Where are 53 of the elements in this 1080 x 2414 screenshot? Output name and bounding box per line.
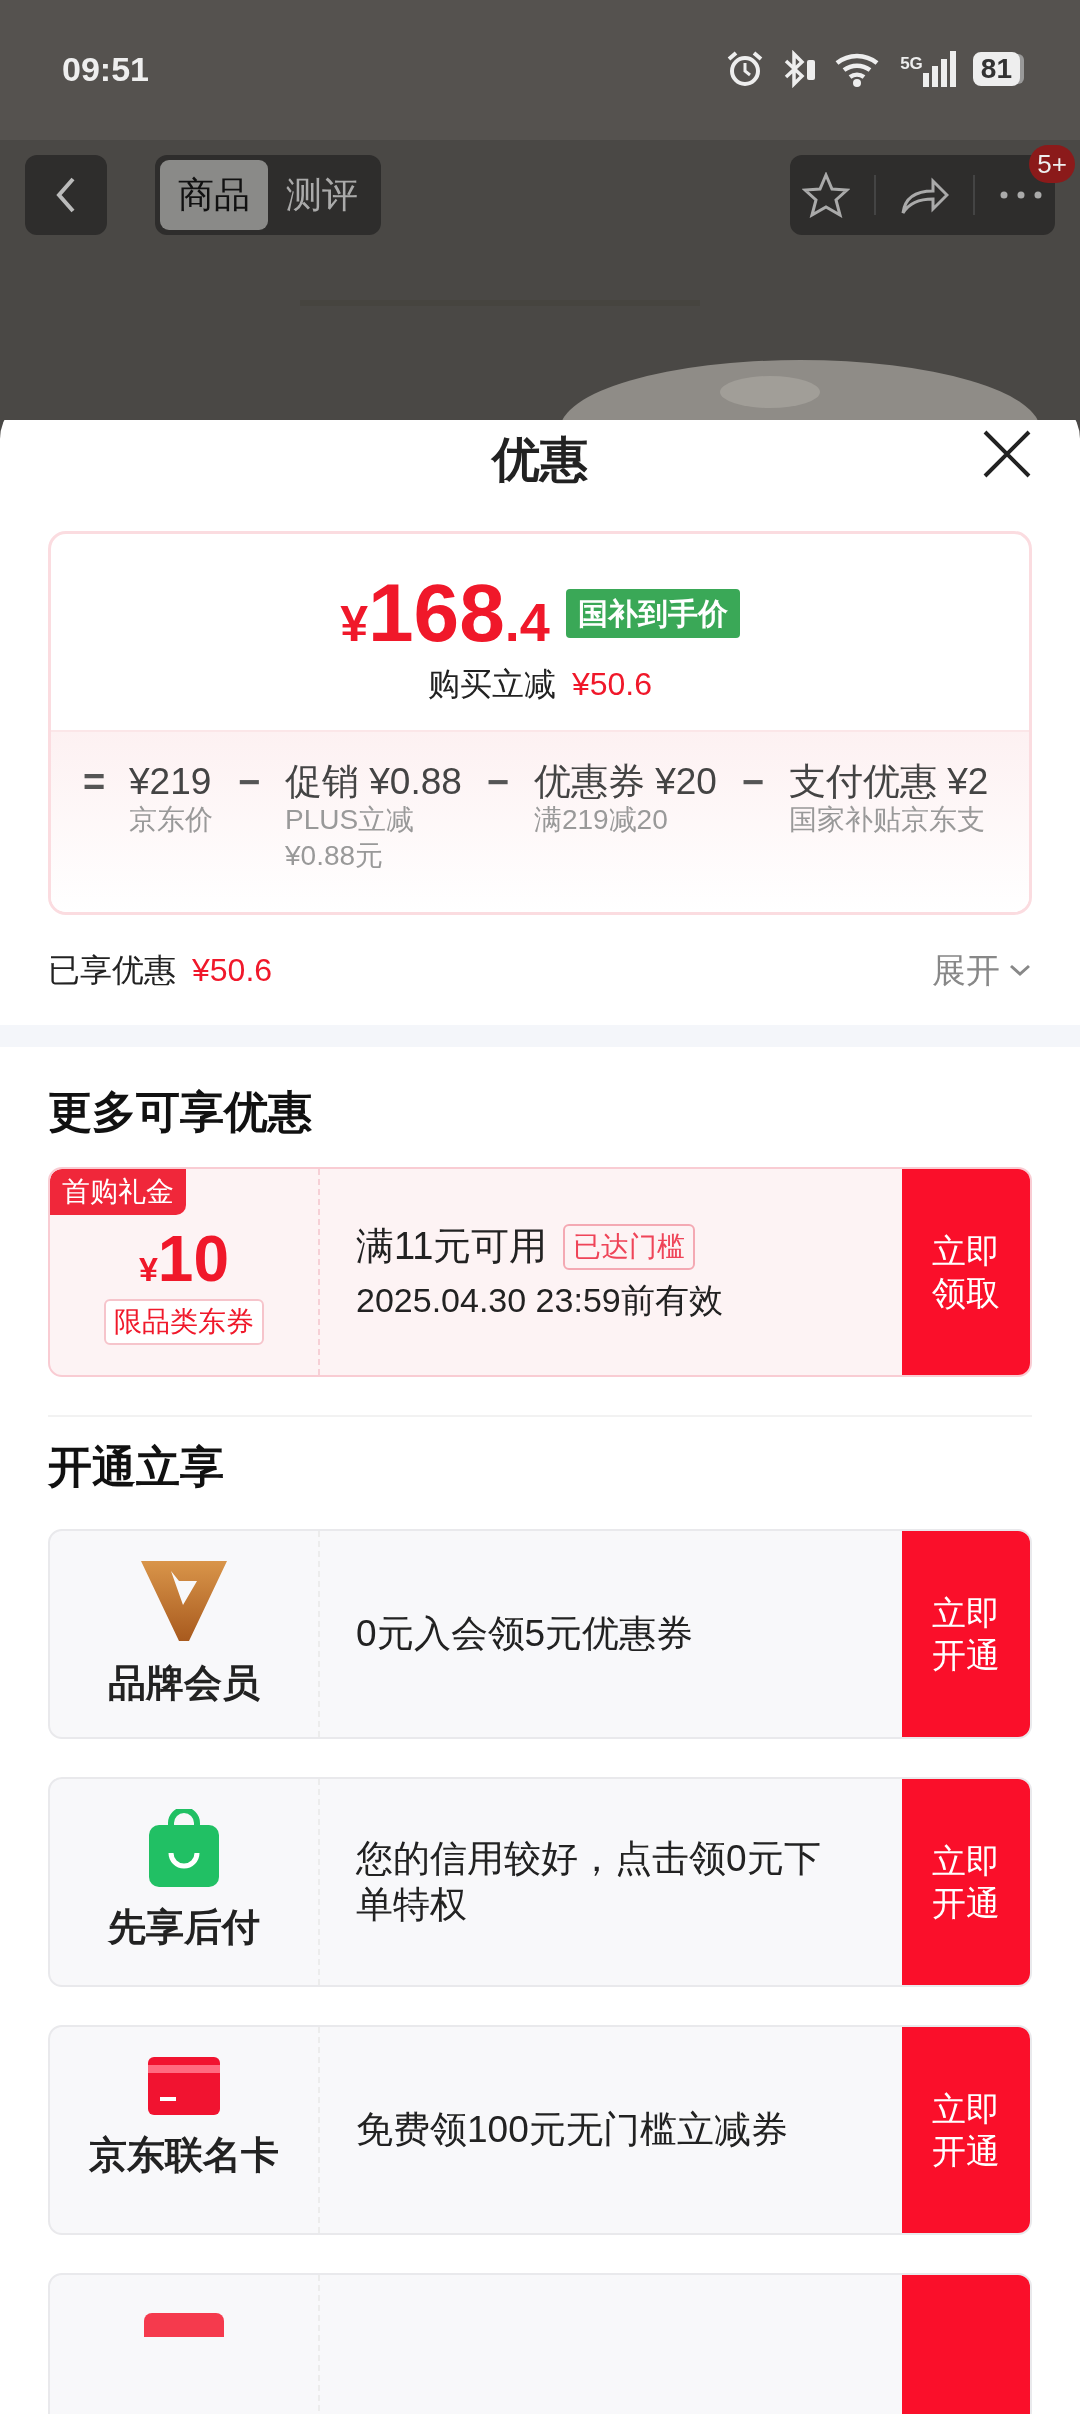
- app-logo-icon: [144, 2313, 224, 2337]
- saving-label: 购买立减: [427, 665, 556, 704]
- alarm-icon: [726, 50, 765, 88]
- breakdown-amount: ¥219: [129, 762, 213, 802]
- final-price: ¥168.4: [340, 572, 550, 654]
- enjoyed-amount: ¥50.6: [192, 951, 273, 990]
- star-icon[interactable]: [801, 172, 850, 218]
- share-icon[interactable]: [899, 175, 950, 215]
- saving-amount: ¥50.6: [571, 665, 653, 704]
- shopping-bag-icon: [149, 1809, 219, 1887]
- coupon-condition: 满11元可用: [356, 1224, 548, 1269]
- breakdown-amount: 促销 ¥0.88: [285, 762, 462, 802]
- operator-sign: −: [740, 762, 765, 802]
- offer-title: 品牌会员: [108, 1661, 260, 1706]
- enjoyed-label: 已享优惠: [48, 951, 176, 990]
- price-tag: 国补到手价: [565, 588, 740, 638]
- activate-button[interactable]: 立即开通: [902, 2027, 1030, 2233]
- breakdown-note: 国家补贴京东支: [788, 803, 986, 837]
- breakdown-amount: 支付优惠 ¥2: [788, 762, 989, 802]
- breakdown-note: PLUS立减¥0.88元: [285, 803, 416, 873]
- status-time: 09:51: [62, 48, 149, 90]
- offer-description: 您的信用较好，点击领0元下单特权: [356, 1836, 822, 1927]
- offer-title: 京东联名卡: [89, 2133, 279, 2178]
- breakdown-amount: 优惠券 ¥20: [533, 762, 717, 802]
- operator-sign: −: [485, 762, 510, 802]
- credit-card-icon: [148, 2057, 220, 2115]
- coupon-amount: ¥10: [138, 1227, 230, 1291]
- operator-sign: =: [81, 762, 107, 802]
- tab[interactable]: 测评: [268, 160, 376, 230]
- coupon-type: 限品类东券: [104, 1299, 264, 1345]
- offer-description: 免费领100元无门槛立减券: [356, 2107, 788, 2152]
- operator-sign: −: [236, 762, 262, 802]
- v-logo-icon: [141, 1561, 227, 1643]
- offer-description: 0元入会领5元优惠券: [356, 1611, 694, 1656]
- back-button[interactable]: [25, 155, 107, 235]
- network-label: 5G: [900, 53, 923, 75]
- tab[interactable]: 商品: [160, 160, 268, 230]
- breakdown-note: 京东价: [129, 803, 213, 837]
- sheet-title: 优惠: [492, 432, 588, 488]
- offer-title: 先享后付: [108, 1905, 260, 1950]
- chevron-down-icon: [1008, 962, 1032, 978]
- activate-button[interactable]: 立即开通: [902, 1531, 1030, 1737]
- section-heading: 更多可享优惠: [48, 1086, 312, 1138]
- signal-icon: [922, 51, 957, 87]
- breakdown-note: 满219减20: [533, 803, 669, 837]
- claim-button[interactable]: 立即领取: [902, 1169, 1030, 1375]
- expand-button[interactable]: 展开: [932, 944, 1032, 996]
- section-heading: 开通立享: [48, 1441, 224, 1493]
- coupon-status: 已达门槛: [563, 1223, 696, 1270]
- more-icon[interactable]: [999, 190, 1044, 200]
- activate-button[interactable]: 立即开通: [902, 1779, 1030, 1985]
- coupon-validity: 2025.04.30 23:59前有效: [356, 1280, 724, 1321]
- coupon-tag: 首购礼金: [50, 1169, 186, 1215]
